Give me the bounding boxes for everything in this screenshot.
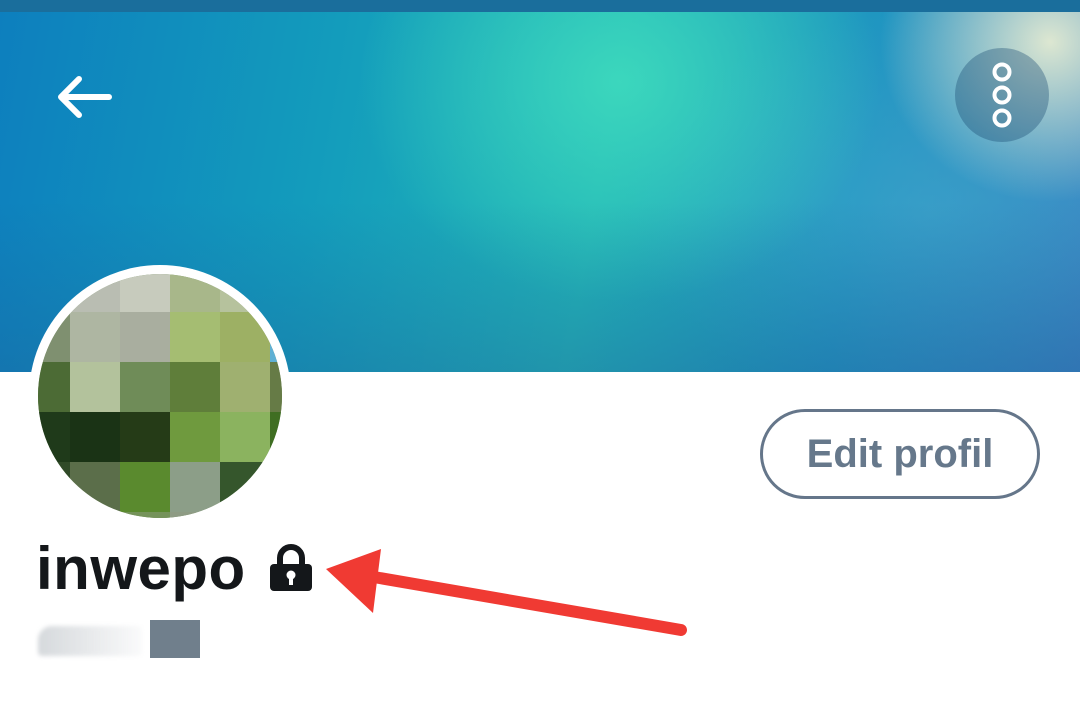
back-button[interactable] <box>50 66 120 128</box>
handle-block <box>150 620 200 658</box>
handle-redacted <box>38 620 200 658</box>
handle-smear <box>38 626 142 656</box>
status-bar-strip <box>0 0 1080 12</box>
avatar[interactable] <box>29 265 291 527</box>
arrow-left-icon <box>58 76 112 118</box>
lock-icon <box>269 544 312 591</box>
profile-screen: Edit profil inwepo <box>0 0 1080 707</box>
avatar-image <box>38 274 282 518</box>
avatar-pixelation <box>38 274 282 518</box>
display-name-row: inwepo <box>36 528 314 608</box>
display-name: inwepo <box>36 534 246 602</box>
vertical-dots-icon <box>992 62 1012 128</box>
edit-profile-button[interactable]: Edit profil <box>760 409 1040 499</box>
more-options-button[interactable] <box>955 48 1049 142</box>
